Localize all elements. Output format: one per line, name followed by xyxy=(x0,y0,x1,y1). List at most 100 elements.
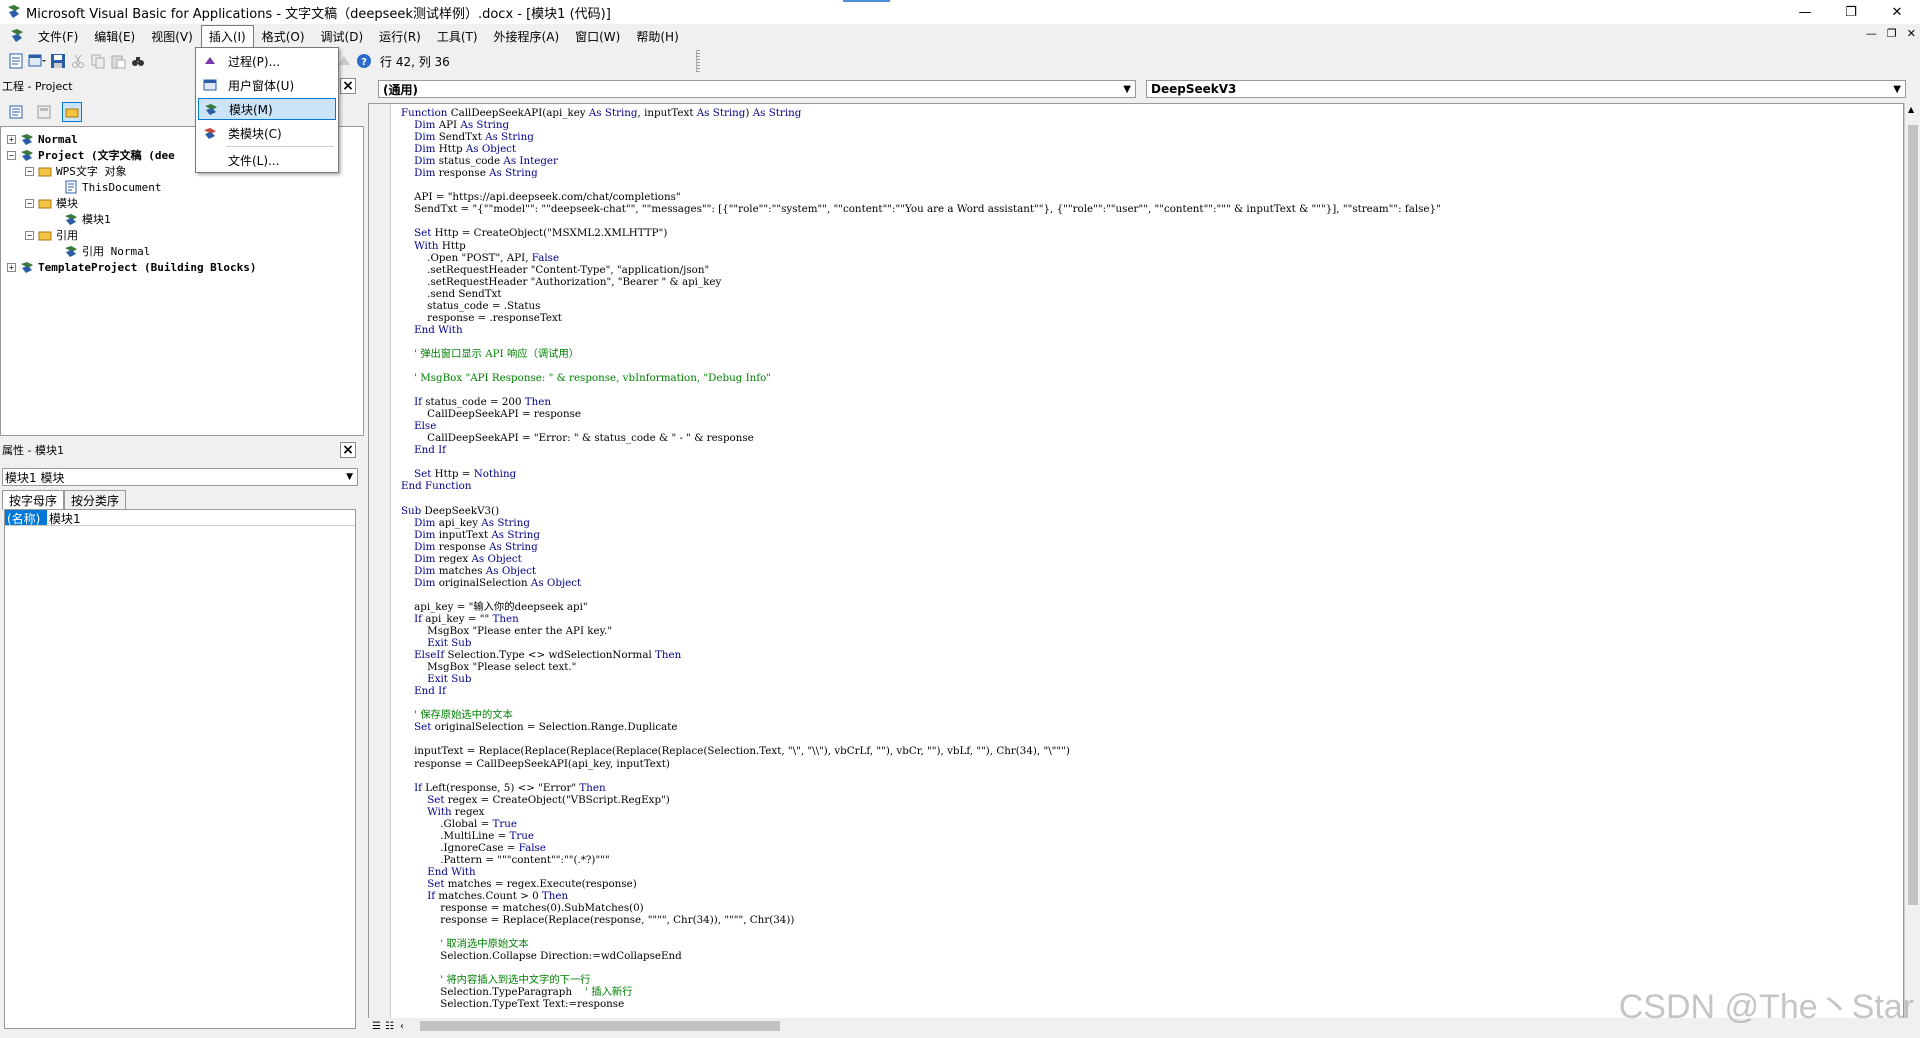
code-line[interactable]: inputText = Replace(Replace(Replace(Repl… xyxy=(401,745,1441,757)
code-line[interactable]: .setRequestHeader "Authorization", "Bear… xyxy=(401,276,1441,288)
code-line[interactable] xyxy=(401,962,1441,974)
tree-item-modules[interactable]: − 模块 xyxy=(25,195,78,211)
tab-alphabetic[interactable]: 按字母序 xyxy=(2,490,65,510)
property-row[interactable]: (名称) 模块1 xyxy=(5,510,355,526)
vba-document-icon[interactable] xyxy=(8,27,26,45)
menu-item-userform[interactable]: 用户窗体(U) xyxy=(198,74,336,96)
menu-file[interactable]: 文件(F) xyxy=(30,25,86,48)
code-line[interactable]: Dim status_code As Integer xyxy=(401,155,1441,167)
code-line[interactable] xyxy=(401,360,1441,372)
menu-edit[interactable]: 编辑(E) xyxy=(86,25,143,48)
expand-icon[interactable]: + xyxy=(7,134,16,144)
code-line[interactable]: Dim matches As Object xyxy=(401,565,1441,577)
project-panel-close-icon[interactable]: × xyxy=(340,78,356,94)
code-line[interactable]: .MultiLine = True xyxy=(401,830,1441,842)
menu-item-file[interactable]: 文件(L)... xyxy=(198,149,336,171)
code-line[interactable]: ' 将内容插入到选中文字的下一行 xyxy=(401,974,1441,986)
menu-debug[interactable]: 调试(D) xyxy=(313,25,372,48)
code-line[interactable]: Dim SendTxt As String xyxy=(401,131,1441,143)
code-line[interactable]: If Left(response, 5) <> "Error" Then xyxy=(401,782,1441,794)
object-dropdown[interactable]: (通用) ▼ xyxy=(378,80,1136,98)
vertical-scrollbar[interactable]: ▲ xyxy=(1904,103,1920,1019)
view-code-icon[interactable] xyxy=(6,102,26,122)
menu-format[interactable]: 格式(O) xyxy=(254,25,313,48)
code-line[interactable]: Selection.Collapse Direction:=wdCollapse… xyxy=(401,950,1441,962)
properties-panel-close-icon[interactable]: × xyxy=(340,442,356,458)
code-line[interactable]: SendTxt = "{""model"": ""deepseek-chat""… xyxy=(401,203,1441,215)
paste-icon[interactable] xyxy=(110,51,126,71)
code-line[interactable]: End With xyxy=(401,324,1441,336)
code-line[interactable]: End If xyxy=(401,685,1441,697)
menu-item-class-module[interactable]: 类模块(C) xyxy=(198,122,336,144)
code-line[interactable]: Set Http = Nothing xyxy=(401,468,1441,480)
full-module-view-icon[interactable]: ☷ xyxy=(385,1021,394,1032)
tree-item-wps-objects[interactable]: − WPS文字 对象 xyxy=(25,163,127,179)
code-text[interactable]: Function CallDeepSeekAPI(api_key As Stri… xyxy=(401,107,1441,1011)
code-line[interactable] xyxy=(401,215,1441,227)
horizontal-scroll-thumb[interactable] xyxy=(420,1021,780,1031)
code-line[interactable]: If status_code = 200 Then xyxy=(401,396,1441,408)
code-line[interactable]: Dim originalSelection As Object xyxy=(401,577,1441,589)
code-line[interactable] xyxy=(401,456,1441,468)
toggle-folders-icon[interactable] xyxy=(62,102,82,122)
code-line[interactable]: Exit Sub xyxy=(401,673,1441,685)
toolbar-grip[interactable] xyxy=(695,50,700,72)
code-line[interactable]: Sub DeepSeekV3() xyxy=(401,505,1441,517)
code-line[interactable]: API = "https://api.deepseek.com/chat/com… xyxy=(401,191,1441,203)
tree-item-references[interactable]: − 引用 xyxy=(25,227,78,243)
code-line[interactable]: Set matches = regex.Execute(response) xyxy=(401,878,1441,890)
code-line[interactable]: Dim inputText As String xyxy=(401,529,1441,541)
code-line[interactable]: response = matches(0).SubMatches(0) xyxy=(401,902,1441,914)
code-line[interactable]: .send SendTxt xyxy=(401,288,1441,300)
code-line[interactable]: If api_key = "" Then xyxy=(401,613,1441,625)
property-value[interactable]: 模块1 xyxy=(47,510,81,526)
tree-item-project[interactable]: − Project (文字文稿 (dee xyxy=(7,147,175,163)
help-icon[interactable]: ? xyxy=(356,51,372,71)
code-line[interactable]: Dim response As String xyxy=(401,167,1441,179)
code-line[interactable]: .IgnoreCase = False xyxy=(401,842,1441,854)
mdi-minimize-button[interactable]: — xyxy=(1866,27,1877,40)
code-line[interactable]: ' 取消选中原始文本 xyxy=(401,938,1441,950)
code-gutter[interactable] xyxy=(369,104,391,1018)
collapse-icon[interactable]: − xyxy=(7,150,16,160)
code-line[interactable]: CallDeepSeekAPI = response xyxy=(401,408,1441,420)
mdi-restore-button[interactable]: ❐ xyxy=(1887,27,1897,40)
code-line[interactable]: response = CallDeepSeekAPI(api_key, inpu… xyxy=(401,758,1441,770)
code-line[interactable] xyxy=(401,926,1441,938)
minimize-button[interactable]: — xyxy=(1782,0,1828,24)
copy-icon[interactable] xyxy=(90,51,106,71)
code-line[interactable]: If matches.Count > 0 Then xyxy=(401,890,1441,902)
menu-insert[interactable]: 插入(I) xyxy=(200,25,254,47)
view-word-icon[interactable] xyxy=(8,51,24,71)
find-icon[interactable] xyxy=(130,51,146,71)
code-line[interactable]: End If xyxy=(401,444,1441,456)
mdi-close-button[interactable]: ✕ xyxy=(1907,27,1916,40)
code-line[interactable]: ' 保存原始选中的文本 xyxy=(401,709,1441,721)
code-line[interactable]: .Open "POST", API, False xyxy=(401,252,1441,264)
code-line[interactable]: Selection.TypeParagraph ' 插入新行 xyxy=(401,986,1441,998)
menu-view[interactable]: 视图(V) xyxy=(143,25,201,48)
code-line[interactable] xyxy=(401,697,1441,709)
cut-icon[interactable] xyxy=(70,51,86,71)
code-line[interactable]: Function CallDeepSeekAPI(api_key As Stri… xyxy=(401,107,1441,119)
code-line[interactable]: ElseIf Selection.Type <> wdSelectionNorm… xyxy=(401,649,1441,661)
code-line[interactable]: ' 弹出窗口显示 API 响应（调试用） xyxy=(401,348,1441,360)
menu-addins[interactable]: 外接程序(A) xyxy=(486,25,568,48)
view-object-icon[interactable] xyxy=(34,102,54,122)
collapse-icon[interactable]: − xyxy=(25,230,34,240)
code-line[interactable]: With regex xyxy=(401,806,1441,818)
code-line[interactable]: MsgBox "Please enter the API key." xyxy=(401,625,1441,637)
code-line[interactable]: response = .responseText xyxy=(401,312,1441,324)
close-button[interactable]: ✕ xyxy=(1874,0,1920,24)
code-line[interactable] xyxy=(401,384,1441,396)
collapse-icon[interactable]: − xyxy=(25,166,34,176)
code-line[interactable]: Selection.TypeText Text:=response xyxy=(401,998,1441,1010)
maximize-button[interactable]: ❐ xyxy=(1828,0,1874,24)
code-line[interactable] xyxy=(401,770,1441,782)
code-line[interactable] xyxy=(401,733,1441,745)
tree-item-reference-normal[interactable]: 引用 Normal xyxy=(63,243,150,259)
expand-icon[interactable]: + xyxy=(7,262,16,272)
code-line[interactable]: Dim api_key As String xyxy=(401,517,1441,529)
code-line[interactable]: Set Http = CreateObject("MSXML2.XMLHTTP"… xyxy=(401,227,1441,239)
code-line[interactable]: Dim Http As Object xyxy=(401,143,1441,155)
